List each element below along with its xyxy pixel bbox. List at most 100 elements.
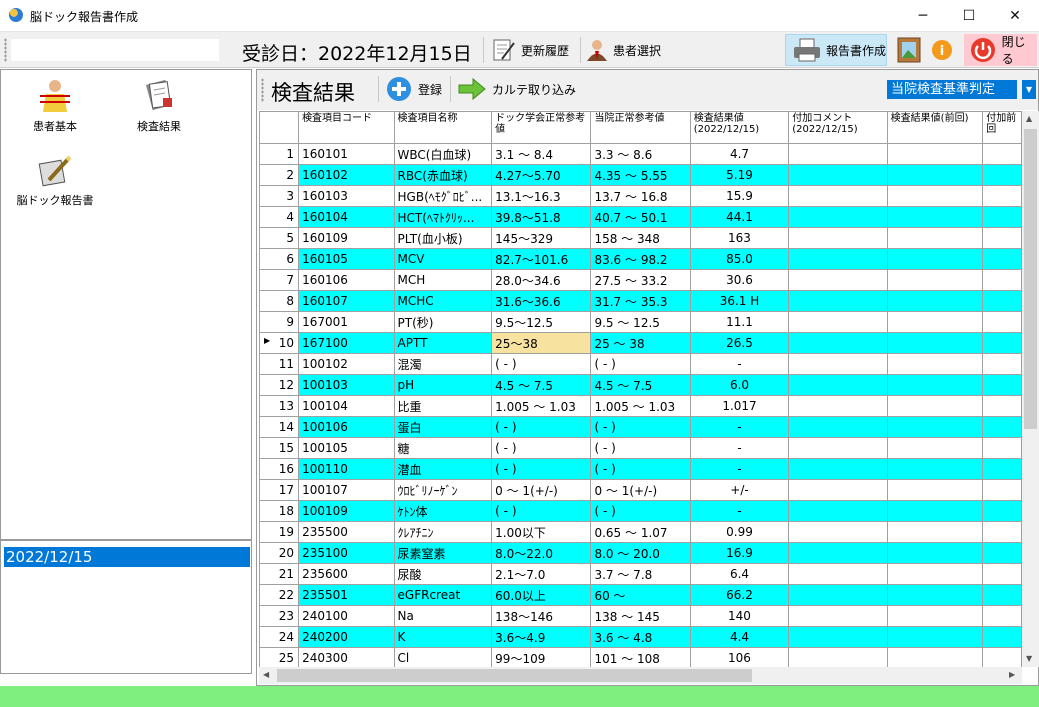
empty-cell[interactable]: [788, 563, 888, 585]
empty-cell[interactable]: [886, 416, 984, 438]
cell-hosp[interactable]: 60 ～: [590, 584, 691, 606]
row-number-cell[interactable]: 2: [259, 164, 300, 186]
empty-cell[interactable]: [982, 164, 1022, 186]
empty-cell[interactable]: [788, 353, 888, 375]
cell-code[interactable]: 160107: [298, 290, 395, 312]
cell-code[interactable]: 100103: [298, 374, 395, 396]
cell-name[interactable]: 比重: [393, 395, 493, 417]
cell-value[interactable]: 36.1 H: [689, 290, 790, 312]
cell-code[interactable]: 100102: [298, 353, 395, 375]
empty-cell[interactable]: [886, 437, 984, 459]
cell-name[interactable]: RBC(赤血球): [393, 164, 493, 186]
cell-name[interactable]: 蛋白: [393, 416, 493, 438]
empty-cell[interactable]: [982, 521, 1022, 543]
row-number-cell[interactable]: 25: [259, 647, 300, 667]
cell-code[interactable]: 235100: [298, 542, 395, 564]
table-row[interactable]: 19 235500 ｸﾚｱﾁﾆﾝ 1.00以下 0.65 ～ 1.07 0.99: [259, 521, 1022, 543]
column-header[interactable]: 検査項目コード: [298, 111, 395, 144]
empty-cell[interactable]: [982, 332, 1022, 354]
cell-dock[interactable]: 3.1 ～ 8.4: [491, 143, 592, 165]
cell-value[interactable]: 140: [689, 605, 790, 627]
table-row[interactable]: 8 160107 MCHC 31.6～36.6 31.7 ～ 35.3 36.1 H: [259, 290, 1022, 312]
row-number-cell[interactable]: 20: [259, 542, 300, 564]
cell-value[interactable]: 4.4: [689, 626, 790, 648]
cell-code[interactable]: 100105: [298, 437, 395, 459]
picture-icon[interactable]: [896, 36, 922, 64]
column-header[interactable]: ドック学会正常参考値: [491, 111, 592, 144]
cell-hosp[interactable]: ( - ): [590, 458, 691, 480]
cell-value[interactable]: -: [689, 500, 790, 522]
cell-hosp[interactable]: 3.6 ～ 4.8: [590, 626, 691, 648]
cell-name[interactable]: PLT(血小板): [393, 227, 493, 249]
minimize-button[interactable]: ─: [900, 0, 946, 32]
toolbar-text-field[interactable]: [10, 38, 220, 62]
cell-code[interactable]: 160101: [298, 143, 395, 165]
nav-brain-dock-report[interactable]: 脳ドック報告書: [15, 154, 95, 208]
import-chart-button[interactable]: カルテ取り込み: [457, 75, 576, 103]
empty-cell[interactable]: [788, 416, 888, 438]
row-number-cell[interactable]: 21: [259, 563, 300, 585]
empty-cell[interactable]: [886, 458, 984, 480]
cell-dock[interactable]: 39.8～51.8: [491, 206, 592, 228]
cell-hosp[interactable]: 40.7 ～ 50.1: [590, 206, 691, 228]
cell-name[interactable]: 尿素窒素: [393, 542, 493, 564]
cell-code[interactable]: 160102: [298, 164, 395, 186]
close-window-button[interactable]: ✕: [992, 0, 1038, 32]
register-button[interactable]: 登録: [385, 75, 442, 103]
cell-name[interactable]: K: [393, 626, 493, 648]
column-header[interactable]: 付加前回: [982, 111, 1022, 144]
cell-hosp[interactable]: 3.3 ～ 8.6: [590, 143, 691, 165]
table-row[interactable]: 2 160102 RBC(赤血球) 4.27～5.70 4.35 ～ 5.55 5.19: [259, 164, 1022, 186]
row-number-cell[interactable]: 5: [259, 227, 300, 249]
table-row[interactable]: 11 100102 混濁( - )( - ) -: [259, 353, 1022, 375]
empty-cell[interactable]: [886, 605, 984, 627]
cell-name[interactable]: ｹﾄﾝ体: [393, 500, 493, 522]
empty-cell[interactable]: [982, 500, 1022, 522]
cell-code[interactable]: 160109: [298, 227, 395, 249]
cell-value[interactable]: 1.017: [689, 395, 790, 417]
empty-cell[interactable]: [982, 458, 1022, 480]
cell-name[interactable]: HGB(ﾍﾓｸﾞﾛﾋﾞ...: [393, 185, 493, 207]
cell-value[interactable]: 44.1: [689, 206, 790, 228]
cell-code[interactable]: 160106: [298, 269, 395, 291]
cell-dock[interactable]: 138～146: [491, 605, 592, 627]
row-number-cell[interactable]: 13: [259, 395, 300, 417]
table-row[interactable]: 14 100106 蛋白( - )( - ) -: [259, 416, 1022, 438]
empty-cell[interactable]: [788, 437, 888, 459]
cell-hosp[interactable]: 1.005 ～ 1.03: [590, 395, 691, 417]
empty-cell[interactable]: [982, 542, 1022, 564]
cell-name[interactable]: PT(秒): [393, 311, 493, 333]
empty-cell[interactable]: [788, 626, 888, 648]
empty-cell[interactable]: [788, 374, 888, 396]
empty-cell[interactable]: [788, 332, 888, 354]
empty-cell[interactable]: [982, 626, 1022, 648]
cell-code[interactable]: 160105: [298, 248, 395, 270]
cell-dock[interactable]: ( - ): [491, 500, 592, 522]
empty-cell[interactable]: [982, 605, 1022, 627]
judgement-dropdown-arrow[interactable]: ▼: [1022, 80, 1036, 99]
table-row[interactable]: 22 235501 eGFRcreat 60.0以上 60 ～ 66.2: [259, 584, 1022, 606]
row-number-cell[interactable]: 16: [259, 458, 300, 480]
row-number-cell[interactable]: 11: [259, 353, 300, 375]
cell-hosp[interactable]: 31.7 ～ 35.3: [590, 290, 691, 312]
table-row[interactable]: 17 100107 ｳﾛﾋﾞﾘﾉｰｹﾞﾝ 0 ～ 1(+/-) 0 ～ 1(+/-) +/…: [259, 479, 1022, 501]
cell-dock[interactable]: 1.00以下: [491, 521, 592, 543]
empty-cell[interactable]: [886, 647, 984, 667]
empty-cell[interactable]: [788, 248, 888, 270]
cell-hosp[interactable]: 8.0 ～ 20.0: [590, 542, 691, 564]
cell-code[interactable]: 100107: [298, 479, 395, 501]
cell-dock[interactable]: 82.7～101.6: [491, 248, 592, 270]
nav-test-results[interactable]: 検査結果: [119, 78, 199, 134]
empty-cell[interactable]: [982, 584, 1022, 606]
cell-hosp[interactable]: 4.35 ～ 5.55: [590, 164, 691, 186]
cell-hosp[interactable]: 158 ～ 348: [590, 227, 691, 249]
cell-dock[interactable]: 3.6～4.9: [491, 626, 592, 648]
cell-dock[interactable]: 31.6～36.6: [491, 290, 592, 312]
table-row[interactable]: 15 100105 糖( - )( - ) -: [259, 437, 1022, 459]
cell-code[interactable]: 235501: [298, 584, 395, 606]
empty-cell[interactable]: [788, 143, 888, 165]
cell-value[interactable]: -: [689, 458, 790, 480]
cell-name[interactable]: HCT(ﾍﾏﾄｸﾘｯ...: [393, 206, 493, 228]
empty-cell[interactable]: [886, 227, 984, 249]
cell-name[interactable]: MCV: [393, 248, 493, 270]
